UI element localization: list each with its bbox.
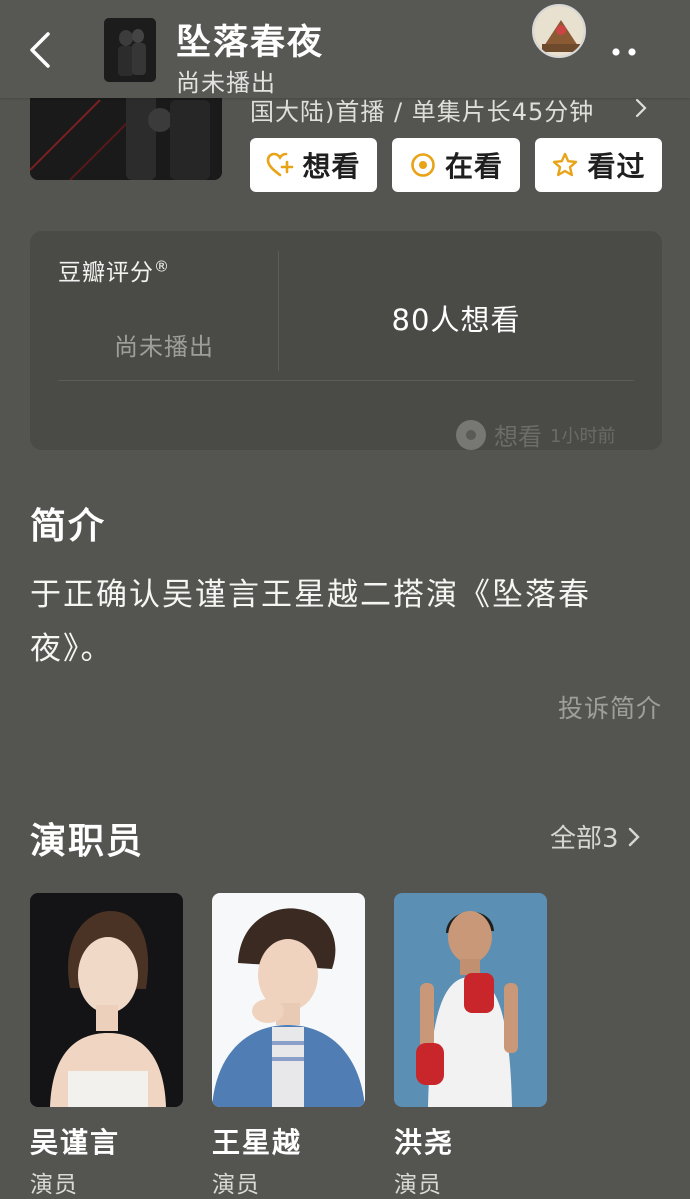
cast-name: 洪尧 bbox=[394, 1126, 455, 1159]
more-button[interactable] bbox=[604, 38, 644, 62]
cast-all-link[interactable]: 全部3 bbox=[550, 818, 641, 855]
want-count: 80人想看 bbox=[391, 303, 521, 337]
cast-card[interactable]: 吴谨言 演员 bbox=[30, 893, 183, 1199]
report-intro-link[interactable]: 投诉简介 bbox=[558, 689, 662, 725]
user-avatar[interactable] bbox=[532, 4, 586, 58]
chevron-right-icon bbox=[628, 827, 640, 846]
avatar-image bbox=[534, 6, 584, 56]
user-dot-icon bbox=[456, 419, 486, 450]
cast-role: 演员 bbox=[394, 1172, 442, 1198]
poster-thumb-image bbox=[104, 18, 156, 82]
cast-name: 王星越 bbox=[212, 1126, 303, 1159]
cast-role: 演员 bbox=[212, 1172, 260, 1198]
activity-time: 1小时前 bbox=[550, 425, 616, 447]
heart-plus-icon bbox=[267, 152, 294, 177]
cast-photo bbox=[30, 893, 183, 1107]
intro-section-title: 简介 bbox=[30, 506, 107, 547]
top-header: 坠落春夜 尚未播出 bbox=[0, 0, 690, 98]
rating-divider bbox=[278, 251, 279, 371]
cast-card[interactable]: 王星越 演员 bbox=[212, 893, 365, 1199]
star-icon bbox=[553, 152, 578, 177]
intro-text: 于正确认吴谨言王星越二搭演《坠落春夜》。 bbox=[30, 577, 591, 667]
chevron-right-icon[interactable] bbox=[634, 96, 648, 120]
watched-button[interactable]: 看过 bbox=[535, 138, 662, 192]
page-title: 坠落春夜 bbox=[176, 23, 325, 63]
want-button[interactable]: 想看 bbox=[250, 138, 377, 192]
header-poster-thumbnail[interactable] bbox=[104, 18, 156, 82]
cast-all-label: 全部3 bbox=[550, 824, 619, 854]
cast-role: 演员 bbox=[30, 1172, 78, 1198]
watching-button-label: 在看 bbox=[444, 150, 503, 183]
cast-photo bbox=[212, 893, 365, 1107]
cast-card[interactable]: 洪尧 演员 bbox=[394, 893, 547, 1199]
cast-name: 吴谨言 bbox=[30, 1126, 121, 1159]
back-arrow-icon bbox=[30, 32, 50, 68]
rating-divider bbox=[58, 380, 634, 381]
target-icon bbox=[411, 153, 435, 177]
watching-button[interactable]: 在看 bbox=[392, 138, 520, 192]
want-button-label: 想看 bbox=[302, 150, 361, 183]
more-dots-icon bbox=[612, 48, 636, 56]
cast-section-title: 演职员 bbox=[30, 821, 145, 862]
cast-photo bbox=[394, 893, 547, 1107]
rating-card[interactable]: 豆瓣评分® 尚未播出 80人想看 想看 1小时前 bbox=[30, 231, 662, 452]
page-subtitle: 尚未播出 bbox=[176, 69, 276, 97]
watched-button-label: 看过 bbox=[587, 150, 646, 183]
back-button[interactable] bbox=[22, 28, 58, 72]
rating-status: 尚未播出 bbox=[114, 333, 214, 361]
activity-action: 想看 bbox=[494, 423, 542, 451]
rating-label: 豆瓣评分® bbox=[58, 257, 170, 286]
recent-activity: 想看 1小时前 bbox=[456, 417, 615, 452]
